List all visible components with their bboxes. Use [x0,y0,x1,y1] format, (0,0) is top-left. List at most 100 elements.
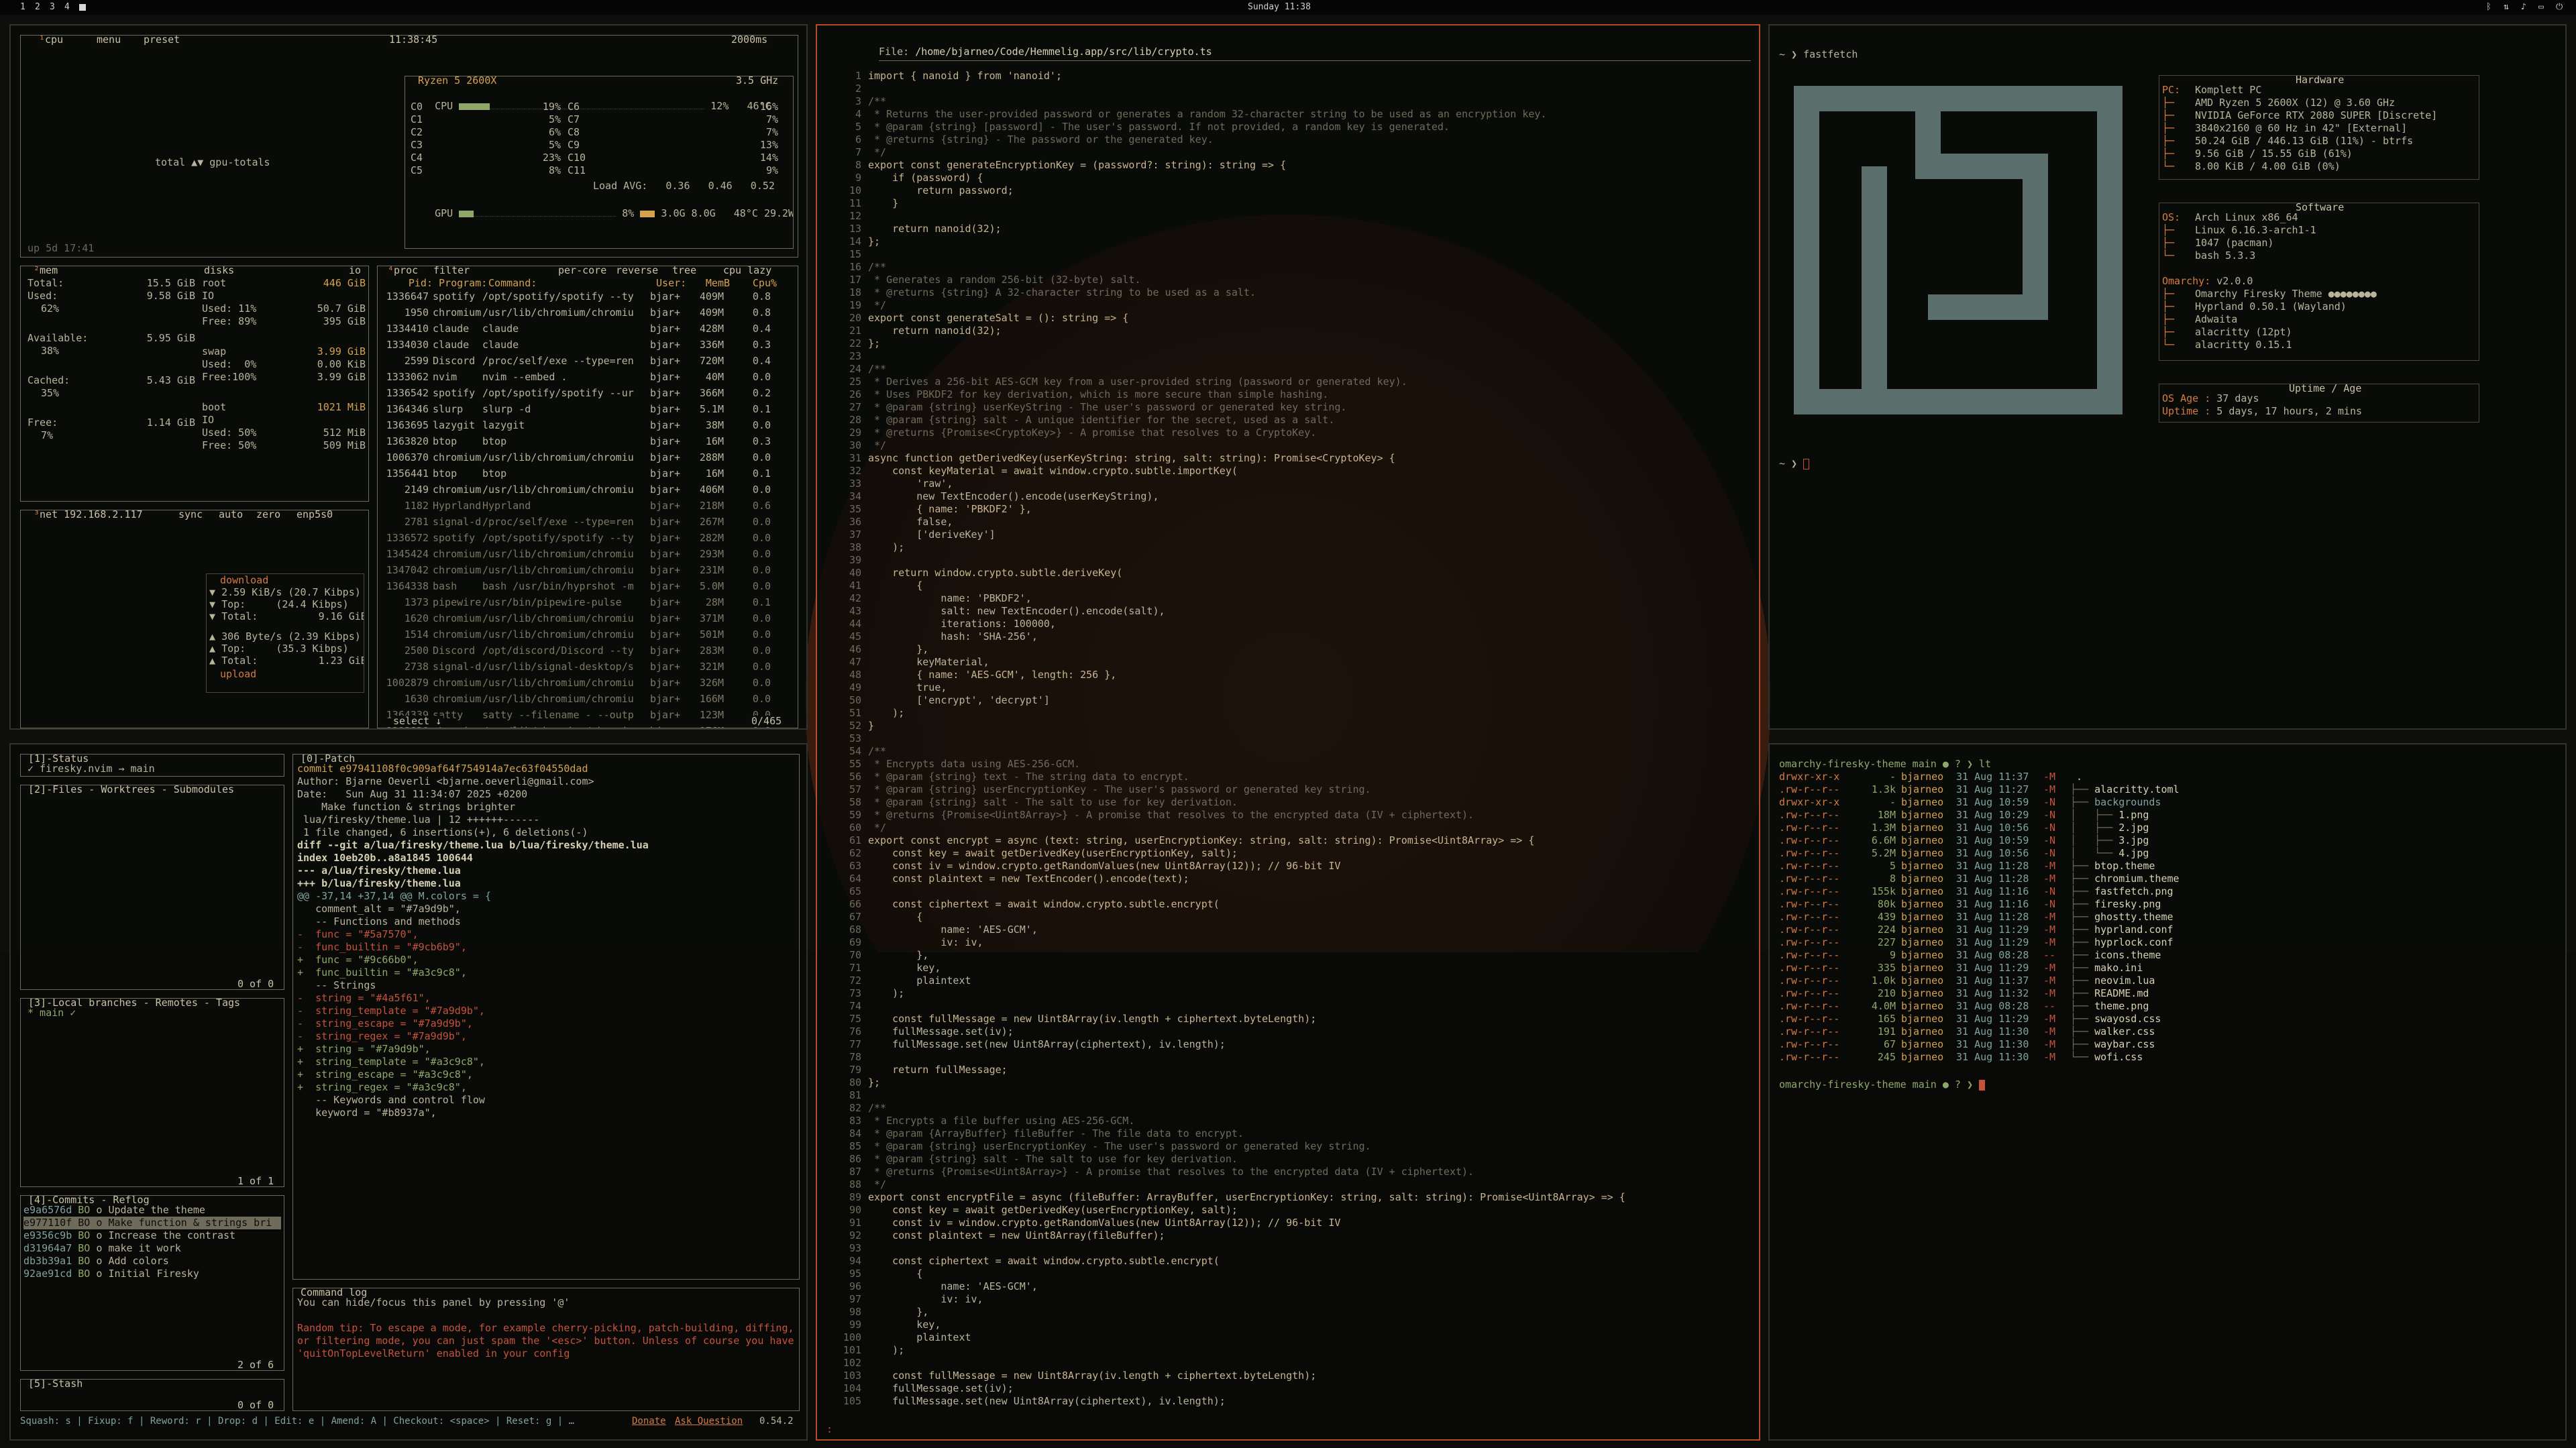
process-row[interactable]: 1364339 satty satty --filename - --outp bja… [383,709,792,725]
lt-row[interactable]: .rw-r--r-- 8 bjarneo 31 Aug 11:28 -M ├── chro… [1779,873,2557,885]
lt-row[interactable]: .rw-r--r-- 245 bjarneo 31 Aug 11:30 -M └── wo… [1779,1051,2557,1064]
cpu-tab[interactable]: ¹cpu [37,36,66,46]
lt-row[interactable]: .rw-r--r-- 18M bjarneo 31 Aug 10:29 -N │ ├── … [1779,809,2557,822]
donate-link[interactable]: Donate [632,1415,666,1428]
network-icon[interactable]: ⇅ [2504,0,2509,15]
reverse-toggle[interactable]: reverse [614,266,661,276]
proc-filter[interactable]: filter [431,266,472,276]
lt-row[interactable]: .rw-r--r-- 9 bjarneo 31 Aug 08:28 -- ├── icon… [1779,949,2557,962]
lt-window[interactable]: omarchy-firesky-theme main ● ? ❯ lt drwx… [1768,743,2567,1441]
preset-tab[interactable]: preset [142,36,182,46]
menu-tab[interactable]: menu [95,36,123,46]
patch-panel[interactable]: [0]-Patch commit e97941108f0c909af64f754… [292,754,800,1280]
lt-row[interactable]: drwxr-xr-x - bjarneo 31 Aug 11:37 -M . [1779,771,2557,783]
process-row[interactable]: 1363695 lazygit lazygit bjar+ 38M 0.0 [383,419,792,435]
status-panel[interactable]: [1]-Status ✓ firesky.nvim → main [20,754,284,777]
net-sync-button[interactable]: sync [176,510,205,520]
io-tab[interactable]: io [347,266,364,276]
lt-row[interactable]: .rw-r--r-- 5.2M bjarneo 31 Aug 10:56 -N │ └──… [1779,847,2557,860]
commit-row[interactable]: e9356c9b BO o Increase the contrast [23,1229,281,1242]
branch-main[interactable]: * main ✓ [28,1007,76,1019]
files-panel[interactable]: [2]-Files - Worktrees - Submodules 0 of … [20,785,284,990]
lt-row[interactable]: .rw-r--r-- 155k bjarneo 31 Aug 11:16 -N ├── f… [1779,885,2557,898]
lt-prompt-2[interactable]: omarchy-firesky-theme main ● ? ❯ [1779,1078,1986,1091]
editor-window[interactable]: File: /home/bjarneo/Code/Hemmelig.app/sr… [816,24,1760,1441]
stash-title[interactable]: [5]-Stash [26,1380,85,1390]
lt-row[interactable]: .rw-r--r-- 165 bjarneo 31 Aug 11:29 -M ├── sw… [1779,1013,2557,1025]
net-zero-button[interactable]: zero [254,510,283,520]
process-row[interactable]: 1373 pipewire/usr/bin/pipewire-pulse bjar+… [383,596,792,612]
power-icon[interactable]: ⏻ [2556,0,2563,15]
commit-row[interactable]: 92ae91cd BO o Initial Firesky [23,1268,281,1280]
lt-file-tree[interactable]: drwxr-xr-x - bjarneo 31 Aug 11:37 -M . .rw-r-… [1779,771,2557,1064]
process-row[interactable]: 1292830chromium/usr/lib/chromium/chromiu… [383,725,792,728]
process-row[interactable]: 1336572 spotify/opt/spotify/spotify --ty b… [383,532,792,548]
refresh-rate[interactable]: 2000ms [729,36,770,46]
fastfetch-window[interactable]: ~ ❯ fastfetch Hardware PC: Komplett PC ├─… [1768,24,2567,730]
proc-tab[interactable]: ⁴proc [386,266,421,276]
lt-row[interactable]: .rw-r--r-- 67 bjarneo 31 Aug 11:30 -M ├── way… [1779,1038,2557,1051]
process-row[interactable]: 2500 Discord/opt/discord/Discord --ty bjar… [383,645,792,661]
lt-row[interactable]: .rw-r--r-- 1.3k bjarneo 31 Aug 11:27 -M ├── a… [1779,783,2557,796]
lt-row[interactable]: .rw-r--r-- 439 bjarneo 31 Aug 11:28 -M ├── gh… [1779,911,2557,924]
process-row[interactable]: 1364346 slurp slurp -d bjar+ 5.1M 0.1 [383,403,792,419]
lt-row[interactable]: .rw-r--r-- 1.0k bjarneo 31 Aug 11:37 -M ├── n… [1779,974,2557,987]
sort-selector[interactable]: cpu lazy [721,266,774,276]
lt-row[interactable]: drwxr-xr-x - bjarneo 31 Aug 10:59 -N ├── back… [1779,796,2557,809]
lt-row[interactable]: .rw-r--r-- 6.6M bjarneo 31 Aug 10:59 -N │ ├──… [1779,834,2557,847]
stash-panel[interactable]: [5]-Stash 0 of 0 [20,1379,284,1411]
disks-tab[interactable]: disks [202,266,237,276]
btop-window[interactable]: ¹cpu menu preset 11:38:45 2000ms total ▲… [9,24,808,730]
process-row[interactable]: 1356441 btop btop bjar+ 16M 0.1 [383,467,792,484]
process-row[interactable]: 1334030 claude claude bjar+ 336M 0.3 [383,339,792,355]
branches-panel[interactable]: [3]-Local branches - Remotes - Tags * ma… [20,998,284,1187]
workspace-3[interactable]: 3 [50,0,55,15]
workspace-active-indicator[interactable] [79,4,86,11]
process-row[interactable]: 1514 chromium/usr/lib/chromium/chromiu bja… [383,628,792,645]
process-row[interactable]: 1630 chromium/usr/lib/chromium/chromiu bja… [383,693,792,709]
process-row[interactable]: 1347042 chromium/usr/lib/chromium/chromiu… [383,564,792,580]
process-row[interactable]: 1950 chromium/usr/lib/chromium/chromiu bja… [383,307,792,323]
fastfetch-prompt-2[interactable]: ~ ❯ [1779,457,1810,470]
net-interface[interactable]: enp5s0 [294,510,335,520]
proc-select-label[interactable]: select ↓ [391,716,444,727]
commit-row[interactable]: e977110f BO o Make function & strings br… [23,1217,281,1229]
lt-row[interactable]: .rw-r--r-- 80k bjarneo 31 Aug 11:16 -N ├── fi… [1779,898,2557,911]
lt-row[interactable]: .rw-r--r-- 227 bjarneo 31 Aug 11:29 -M ├── hy… [1779,936,2557,949]
editor-command-line[interactable]: : [826,1423,833,1436]
commit-row[interactable]: d31964a7 BO o make it work [23,1242,281,1255]
commit-row[interactable]: e9a6576d BO o Update the theme [23,1204,281,1217]
lt-row[interactable]: .rw-r--r-- 224 bjarneo 31 Aug 11:29 -M ├── hy… [1779,924,2557,936]
process-row[interactable]: 1334410 claude claude bjar+ 428M 0.4 [383,323,792,339]
lt-row[interactable]: .rw-r--r-- 4.0M bjarneo 31 Aug 08:28 -- ├── t… [1779,1000,2557,1013]
lt-row[interactable]: .rw-r--r-- 191 bjarneo 31 Aug 11:30 -M ├── wa… [1779,1025,2557,1038]
process-row[interactable]: 1182 Hyprland Hyprland bjar+ 218M 0.6 [383,500,792,516]
clock[interactable]: Sunday 11:38 [1248,0,1311,15]
code-view[interactable]: 1 import { nanoid } from 'nanoid'; 2 3/** 4 … [826,70,1752,1408]
mem-tab[interactable]: ²mem [32,266,60,276]
process-row[interactable]: 2599 Discord/proc/self/exe --type=ren bjar… [383,355,792,371]
lt-row[interactable]: .rw-r--r-- 335 bjarneo 31 Aug 11:29 -M ├── ma… [1779,962,2557,974]
process-row[interactable]: 2738 signal-d/usr/lib/signal-desktop/s bja… [383,661,792,677]
commit-row[interactable]: db3b39a1 BO o Add colors [23,1255,281,1268]
workspace-2[interactable]: 2 [35,0,40,15]
process-row[interactable]: 1620 chromium/usr/lib/chromium/chromiu bja… [383,612,792,628]
workspace-1[interactable]: 1 [20,0,25,15]
bluetooth-icon[interactable]: ᛒ [2486,0,2491,15]
ask-question-link[interactable]: Ask Question [675,1415,743,1428]
net-auto-button[interactable]: auto [217,510,246,520]
process-row[interactable]: 2149 chromium/usr/lib/chromium/chromiu bja… [383,484,792,500]
process-row[interactable]: 1336647 spotify/opt/spotify/spotify --ty b… [383,290,792,307]
battery-icon[interactable]: ▭ [2538,0,2544,15]
files-title[interactable]: [2]-Files - Worktrees - Submodules [26,785,237,795]
lt-row[interactable]: .rw-r--r-- 1.3M bjarneo 31 Aug 10:56 -N │ ├──… [1779,822,2557,834]
lazygit-window[interactable]: [1]-Status ✓ firesky.nvim → main [2]-Fil… [9,743,808,1441]
net-tab[interactable]: ³net 192.168.2.117 [32,510,145,520]
process-row[interactable]: 1345424 chromium/usr/lib/chromium/chromiu… [383,548,792,564]
lt-row[interactable]: .rw-r--r-- 210 bjarneo 31 Aug 11:32 -M ├── RE… [1779,987,2557,1000]
per-core-toggle[interactable]: per-core [556,266,609,276]
process-row[interactable]: 1002879 chromium/usr/lib/chromium/chromiu… [383,677,792,693]
process-row[interactable]: 1006370 chromium/usr/lib/chromium/chromiu… [383,451,792,467]
process-list[interactable]: 1336647 spotify/opt/spotify/spotify --ty b… [383,290,792,728]
workspace-4[interactable]: 4 [64,0,70,15]
